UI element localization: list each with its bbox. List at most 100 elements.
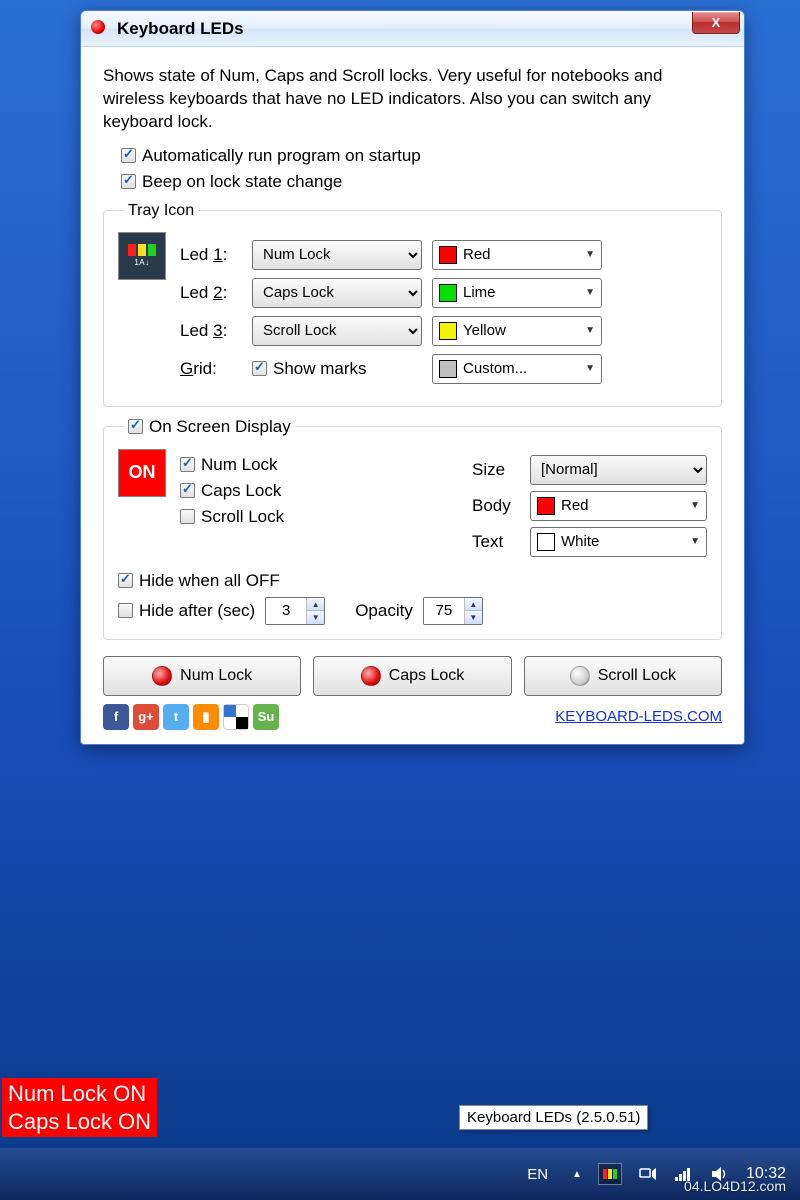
osd-overlay[interactable]: Num Lock ON Caps Lock ON xyxy=(2,1078,157,1137)
grid-label: Grid: xyxy=(180,359,242,379)
stumbleupon-icon[interactable]: Su xyxy=(253,704,279,730)
led1-swatch xyxy=(439,246,457,264)
tray-legend: Tray Icon xyxy=(124,202,198,220)
chevron-down-icon: ▼ xyxy=(690,536,700,547)
osd-num-option[interactable]: Num Lock xyxy=(180,455,458,475)
titlebar[interactable]: Keyboard LEDs X xyxy=(81,11,744,47)
body-label: Body xyxy=(472,496,522,516)
chevron-down-icon: ▼ xyxy=(585,363,595,374)
osd-legend[interactable]: On Screen Display xyxy=(124,417,295,437)
scroll-lock-button[interactable]: Scroll Lock xyxy=(524,656,722,696)
lang-indicator[interactable]: EN xyxy=(527,1166,548,1183)
body-swatch xyxy=(537,497,555,515)
tray-chevron-icon[interactable]: ▲ xyxy=(572,1169,582,1180)
twitter-icon[interactable]: t xyxy=(163,704,189,730)
show-marks-checkbox[interactable] xyxy=(252,361,267,376)
website-link[interactable]: KEYBOARD-LEDS.COM xyxy=(555,708,722,725)
content-area: Shows state of Num, Caps and Scroll lock… xyxy=(81,47,744,744)
hide-after-input[interactable] xyxy=(266,598,306,624)
text-swatch xyxy=(537,533,555,551)
google-plus-icon[interactable]: g+ xyxy=(133,704,159,730)
led2-row: Led 2: Caps Lock Lime ▼ xyxy=(180,278,707,308)
window-title: Keyboard LEDs xyxy=(117,19,244,39)
show-marks-option[interactable]: Show marks xyxy=(252,359,422,379)
led3-row: Led 3: Scroll Lock Yellow ▼ xyxy=(180,316,707,346)
led1-color-select[interactable]: Red ▼ xyxy=(432,240,602,270)
led3-color-select[interactable]: Yellow ▼ xyxy=(432,316,602,346)
opacity-input[interactable] xyxy=(424,598,464,624)
autorun-checkbox[interactable] xyxy=(121,148,136,163)
delicious-icon[interactable] xyxy=(223,704,249,730)
size-label: Size xyxy=(472,460,522,480)
text-color-select[interactable]: White ▼ xyxy=(530,527,707,557)
close-icon: X xyxy=(712,15,721,30)
osd-caps-option[interactable]: Caps Lock xyxy=(180,481,458,501)
autorun-label: Automatically run program on startup xyxy=(142,146,421,166)
spin-up-icon[interactable]: ▲ xyxy=(307,598,324,612)
lock-buttons: Num Lock Caps Lock Scroll Lock xyxy=(103,656,722,696)
facebook-icon[interactable]: f xyxy=(103,704,129,730)
spin-down-icon[interactable]: ▼ xyxy=(307,611,324,624)
led2-swatch xyxy=(439,284,457,302)
opt-autorun[interactable]: Automatically run program on startup xyxy=(121,146,722,166)
num-lock-button[interactable]: Num Lock xyxy=(103,656,301,696)
grid-swatch xyxy=(439,360,457,378)
osd-group: On Screen Display ON Num Lock Caps Lock xyxy=(103,417,722,640)
led1-row: Led 1: Num Lock Red ▼ xyxy=(180,240,707,270)
osd-scroll-option[interactable]: Scroll Lock xyxy=(180,507,458,527)
led2-label: Led 2: xyxy=(180,283,242,303)
led-off-icon xyxy=(570,666,590,686)
tray-icon-preview: 1A↓ xyxy=(118,232,166,280)
social-icons: f g+ t ▮ Su xyxy=(103,704,279,730)
opacity-spinner[interactable]: ▲▼ xyxy=(423,597,483,625)
beep-checkbox[interactable] xyxy=(121,174,136,189)
chevron-down-icon: ▼ xyxy=(585,249,595,260)
app-window: Keyboard LEDs X Shows state of Num, Caps… xyxy=(80,10,745,745)
text-label: Text xyxy=(472,532,522,552)
hide-after-checkbox[interactable] xyxy=(118,603,133,618)
chevron-down-icon: ▼ xyxy=(690,500,700,511)
led3-swatch xyxy=(439,322,457,340)
osd-caps-checkbox[interactable] xyxy=(180,483,195,498)
chevron-down-icon: ▼ xyxy=(585,287,595,298)
tray-app-icon[interactable] xyxy=(598,1163,622,1185)
hide-all-off-option[interactable]: Hide when all OFF xyxy=(118,571,707,591)
osd-line-2: Caps Lock ON xyxy=(8,1108,151,1136)
close-button[interactable]: X xyxy=(692,12,740,34)
osd-scroll-checkbox[interactable] xyxy=(180,509,195,524)
description-text: Shows state of Num, Caps and Scroll lock… xyxy=(103,65,722,134)
taskbar: EN ▲ 10:32 xyxy=(0,1148,800,1200)
osd-icon-preview: ON xyxy=(118,449,166,497)
chevron-down-icon: ▼ xyxy=(585,325,595,336)
app-icon xyxy=(91,20,109,38)
osd-enable-checkbox[interactable] xyxy=(128,419,143,434)
footer: f g+ t ▮ Su KEYBOARD-LEDS.COM xyxy=(103,704,722,730)
led2-color-select[interactable]: Lime ▼ xyxy=(432,278,602,308)
led-on-icon xyxy=(152,666,172,686)
tray-icon-group: Tray Icon 1A↓ Led 1: Num Lock Red xyxy=(103,202,722,407)
osd-line-1: Num Lock ON xyxy=(8,1080,151,1108)
tray-tooltip: Keyboard LEDs (2.5.0.51) xyxy=(459,1105,648,1130)
hide-after-spinner[interactable]: ▲▼ xyxy=(265,597,325,625)
power-icon[interactable] xyxy=(638,1165,658,1183)
spin-down-icon[interactable]: ▼ xyxy=(465,611,482,624)
size-select[interactable]: [Normal] xyxy=(530,455,707,485)
led3-lock-select[interactable]: Scroll Lock xyxy=(252,316,422,346)
caps-lock-button[interactable]: Caps Lock xyxy=(313,656,511,696)
led-on-icon xyxy=(361,666,381,686)
beep-label: Beep on lock state change xyxy=(142,172,342,192)
spin-up-icon[interactable]: ▲ xyxy=(465,598,482,612)
hide-after-option[interactable]: Hide after (sec) xyxy=(118,601,255,621)
rss-icon[interactable]: ▮ xyxy=(193,704,219,730)
hide-all-off-checkbox[interactable] xyxy=(118,573,133,588)
grid-color-select[interactable]: Custom... ▼ xyxy=(432,354,602,384)
led1-label: Led 1: xyxy=(180,245,242,265)
led1-lock-select[interactable]: Num Lock xyxy=(252,240,422,270)
led3-label: Led 3: xyxy=(180,321,242,341)
opt-beep[interactable]: Beep on lock state change xyxy=(121,172,722,192)
osd-num-checkbox[interactable] xyxy=(180,457,195,472)
body-color-select[interactable]: Red ▼ xyxy=(530,491,707,521)
opacity-label: Opacity xyxy=(355,601,413,621)
watermark: 04.LO4D12.com xyxy=(684,1178,786,1194)
led2-lock-select[interactable]: Caps Lock xyxy=(252,278,422,308)
